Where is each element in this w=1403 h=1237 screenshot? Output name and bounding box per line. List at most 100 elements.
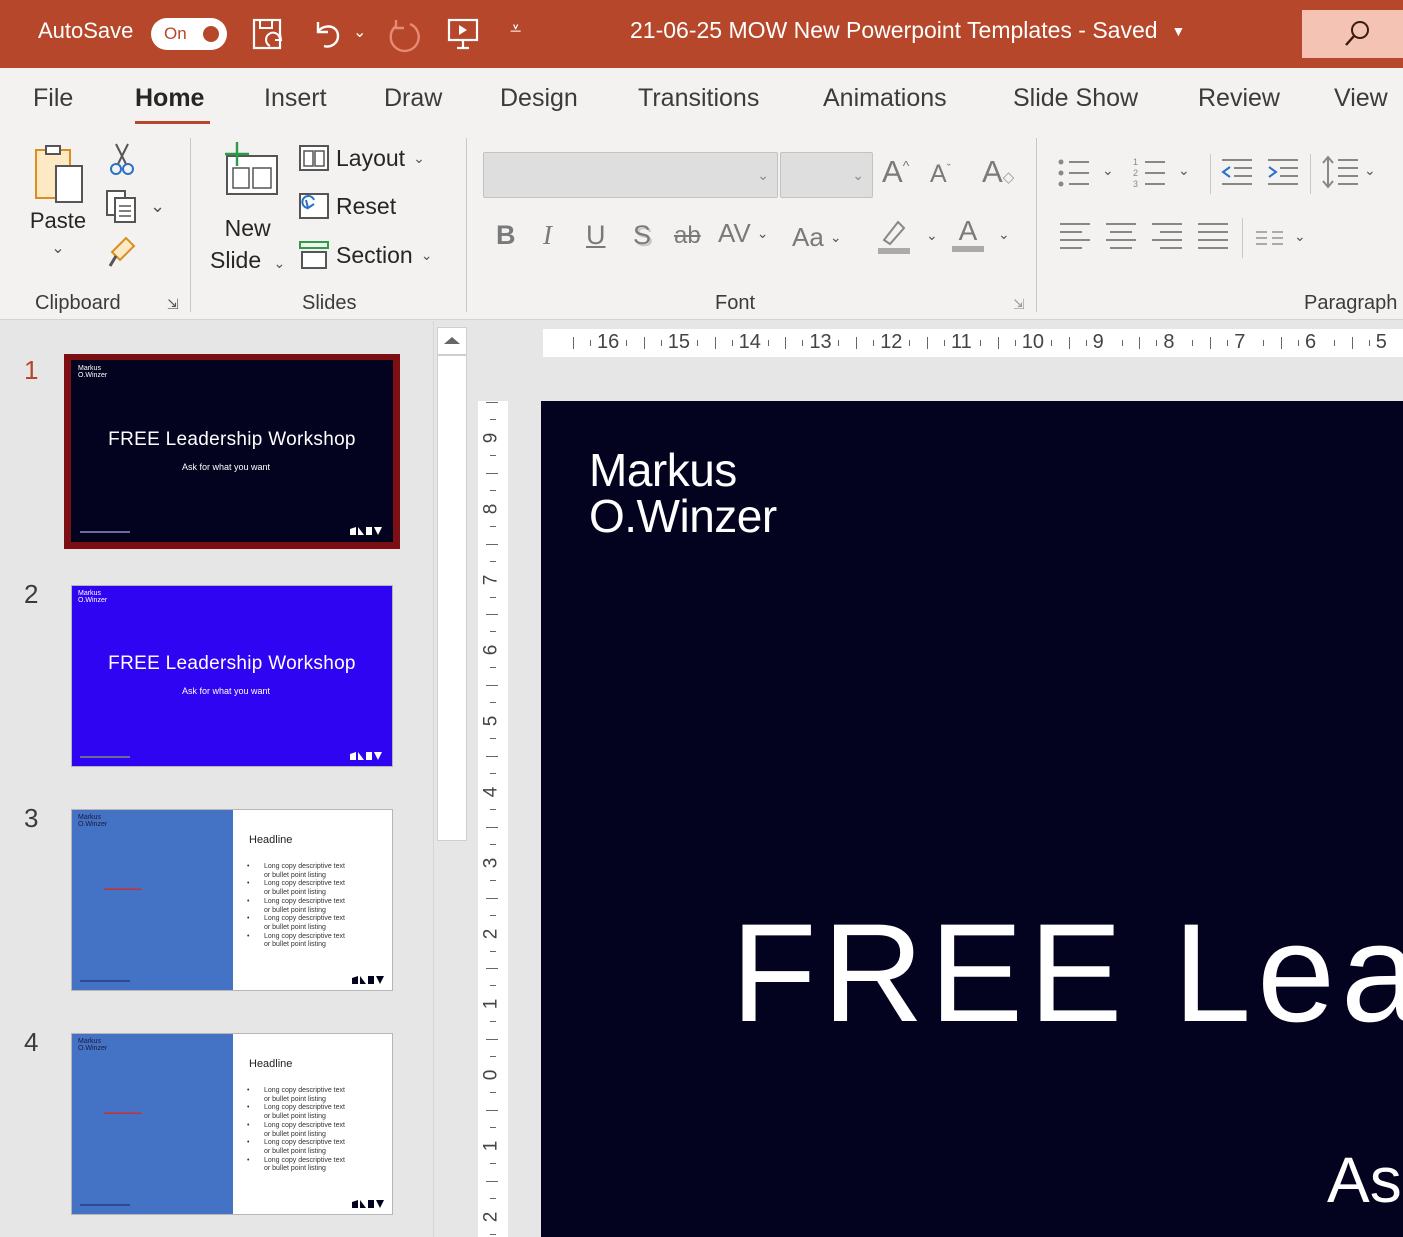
group-divider: [466, 138, 467, 312]
bullet-line: or bullet point listing: [264, 1095, 326, 1103]
numbering-icon[interactable]: 1 2 3: [1132, 156, 1168, 190]
slide-title[interactable]: FREE Lea: [731, 903, 1403, 1043]
section-button[interactable]: Section ⌄: [298, 240, 432, 270]
tab-transitions[interactable]: Transitions: [638, 84, 759, 113]
search-button[interactable]: [1302, 10, 1403, 58]
thumbnail-title: FREE Leadership Workshop: [108, 429, 356, 450]
logo-line: Markus: [78, 1038, 101, 1045]
align-right-icon[interactable]: [1150, 220, 1184, 252]
present-icon[interactable]: [446, 16, 480, 52]
font-launcher-icon[interactable]: ⇲: [1013, 296, 1025, 313]
layout-button[interactable]: Layout ⌄: [298, 144, 425, 172]
copy-dropdown-icon[interactable]: ⌄: [150, 196, 165, 217]
line-spacing-icon[interactable]: [1320, 154, 1360, 190]
title-bar: AutoSave On ⌄ ⩡ 21-06-25 MOW New Powerpo…: [0, 0, 1403, 68]
paragraph-group-label: Paragraph: [1304, 292, 1398, 314]
ruler-tick: [1121, 340, 1123, 346]
justify-icon[interactable]: [1196, 220, 1230, 252]
customize-qat-icon[interactable]: ⩡: [510, 18, 521, 41]
scroll-up-button[interactable]: [437, 327, 467, 355]
ruler-tick: [486, 897, 498, 899]
ruler-tick: [1156, 340, 1158, 346]
bold-button[interactable]: B: [496, 220, 516, 251]
section-icon: [299, 241, 329, 269]
tab-slide-show[interactable]: Slide Show: [1013, 84, 1138, 113]
tab-animations[interactable]: Animations: [823, 84, 947, 113]
ruler-tick: [1281, 337, 1282, 349]
slide-subtitle[interactable]: As: [1327, 1143, 1402, 1217]
ruler-label: 11: [951, 331, 972, 353]
font-name-dropdown[interactable]: ⌄: [483, 152, 778, 198]
strikethrough-button[interactable]: ab: [674, 222, 701, 250]
character-spacing-button[interactable]: AV ⌄: [718, 218, 769, 249]
underline-button[interactable]: U: [586, 220, 606, 251]
slide-thumbnail-1[interactable]: Markus O.Winzer FREE Leadership Workshop…: [71, 360, 393, 542]
tab-home[interactable]: Home: [135, 84, 204, 113]
increase-font-size-icon[interactable]: A^: [882, 154, 909, 190]
columns-dropdown-icon[interactable]: ⌄: [1294, 228, 1306, 245]
ruler-tick: [1014, 340, 1016, 346]
undo-dropdown-icon[interactable]: ⌄: [353, 22, 366, 42]
thumbnail-left-panel: Markus O.Winzer ▬▬▬▬▬▬▬: [72, 810, 233, 990]
cut-icon[interactable]: [108, 140, 136, 176]
thumbnails-scrollbar[interactable]: [433, 321, 467, 1237]
tab-file[interactable]: File: [33, 84, 73, 113]
columns-icon[interactable]: [1254, 226, 1286, 248]
tab-draw[interactable]: Draw: [384, 84, 442, 113]
increase-indent-icon[interactable]: [1266, 156, 1300, 188]
change-case-button[interactable]: Aa ⌄: [792, 222, 842, 253]
ruler-tick: [490, 1163, 496, 1164]
font-color-button[interactable]: A ⌄: [952, 216, 1010, 252]
ruler-tick: [714, 337, 716, 349]
slide-thumbnail-4[interactable]: Markus O.Winzer ▬▬▬▬▬▬▬ Headline Long co…: [71, 1033, 393, 1215]
autosave-state: On: [164, 24, 187, 43]
undo-icon[interactable]: [310, 16, 346, 52]
chevron-down-icon: ⌄: [852, 167, 864, 183]
ruler-tick: [1068, 337, 1070, 349]
bullets-dropdown-icon[interactable]: ⌄: [1102, 162, 1114, 179]
clipboard-launcher-icon[interactable]: ⇲: [167, 296, 179, 313]
tab-view[interactable]: View: [1334, 84, 1388, 113]
decrease-indent-icon[interactable]: [1220, 156, 1254, 188]
paste-button[interactable]: Paste ⌄: [28, 142, 88, 258]
numbering-dropdown-icon[interactable]: ⌄: [1178, 162, 1190, 179]
new-slide-button[interactable]: New Slide ⌄: [210, 142, 285, 279]
bullet-line: or bullet point listing: [264, 1130, 326, 1138]
slide-logo[interactable]: Markus O.Winzer: [589, 447, 777, 539]
save-icon[interactable]: [250, 16, 288, 54]
font-size-dropdown[interactable]: ⌄: [780, 152, 873, 198]
copy-icon[interactable]: [104, 188, 140, 224]
redo-icon[interactable]: [384, 16, 424, 56]
tab-design[interactable]: Design: [500, 84, 578, 113]
ruler-label: 8: [480, 503, 502, 515]
ruler-tick: [1263, 340, 1265, 346]
ruler-label: 10: [1021, 331, 1045, 353]
tab-insert[interactable]: Insert: [264, 84, 327, 113]
document-title[interactable]: 21-06-25 MOW New Powerpoint Templates - …: [630, 17, 1185, 44]
align-left-icon[interactable]: [1058, 220, 1092, 252]
highlight-color-button[interactable]: ⌄: [876, 216, 938, 254]
italic-button[interactable]: I: [543, 220, 552, 251]
ruler-tick: [490, 702, 496, 704]
autosave-toggle[interactable]: On: [151, 18, 227, 50]
clear-formatting-icon[interactable]: A◇: [982, 154, 1014, 190]
logo-line: Markus: [78, 814, 101, 821]
slide-canvas[interactable]: Markus O.Winzer FREE Lea As: [541, 401, 1403, 1237]
line-spacing-dropdown-icon[interactable]: ⌄: [1364, 162, 1376, 179]
align-center-icon[interactable]: [1104, 220, 1138, 252]
tab-review[interactable]: Review: [1198, 84, 1280, 113]
text-shadow-button[interactable]: S: [633, 220, 651, 251]
thumbnail-subtitle: Ask for what you want: [181, 686, 271, 696]
paste-label: Paste: [29, 208, 87, 233]
bullets-icon[interactable]: [1056, 156, 1092, 190]
slide-thumbnail-3[interactable]: Markus O.Winzer ▬▬▬▬▬▬▬ Headline Long co…: [71, 809, 393, 991]
thumbnail-headline: Headline: [249, 1058, 293, 1070]
reset-button[interactable]: Reset: [298, 192, 396, 220]
decrease-font-size-icon[interactable]: Aˇ: [930, 160, 951, 189]
format-painter-icon[interactable]: [106, 234, 140, 270]
new-slide-label-line2: Slide ⌄: [210, 244, 285, 279]
scroll-thumb[interactable]: [437, 355, 467, 841]
ruler-tick: [490, 596, 496, 598]
slide-thumbnail-2[interactable]: Markus O.Winzer FREE Leadership Workshop…: [71, 585, 393, 767]
bullet-line: Long copy descriptive text: [247, 863, 345, 872]
